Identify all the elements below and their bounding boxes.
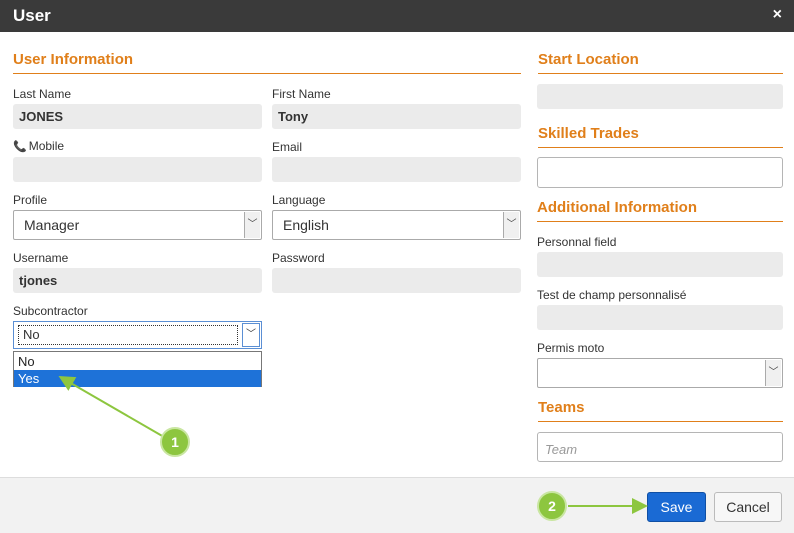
first-name-field[interactable]: Tony [272, 104, 521, 129]
chevron-down-icon[interactable]: ﹀ [765, 360, 781, 386]
skilled-trades-heading: Skilled Trades [538, 125, 639, 142]
start-location-heading: Start Location [538, 51, 639, 68]
permis-moto-select[interactable]: ﹀ [537, 358, 783, 388]
dialog-titlebar: User × [0, 0, 794, 32]
profile-value: Manager [24, 217, 80, 233]
user-dialog: User × User Information Last Name JONES … [0, 0, 794, 533]
dialog-title: User [13, 6, 51, 25]
user-information-rule [13, 73, 521, 74]
start-location-field[interactable] [537, 84, 783, 109]
last-name-field[interactable]: JONES [13, 104, 262, 129]
subcontractor-option-yes[interactable]: Yes [14, 370, 261, 387]
teams-rule [538, 421, 783, 422]
password-label: Password [272, 251, 325, 265]
teams-heading: Teams [538, 399, 585, 416]
subcontractor-option-no[interactable]: No [14, 353, 261, 370]
personnal-field-input[interactable] [537, 252, 783, 277]
language-label: Language [272, 193, 326, 207]
chevron-down-icon[interactable]: ﹀ [244, 212, 260, 238]
mobile-field[interactable] [13, 157, 262, 182]
chevron-down-icon[interactable]: ﹀ [242, 323, 260, 347]
language-select[interactable]: English ﹀ [272, 210, 521, 240]
phone-icon: 📞 [13, 141, 27, 153]
subcontractor-dropdown: No Yes [13, 351, 262, 387]
callout-1: 1 [160, 427, 190, 457]
callout-2: 2 [537, 491, 567, 521]
profile-select[interactable]: Manager ﹀ [13, 210, 262, 240]
start-location-rule [538, 73, 783, 74]
subcontractor-label: Subcontractor [13, 304, 88, 318]
personnal-field-label: Personnal field [537, 235, 617, 249]
skilled-trades-rule [538, 147, 783, 148]
last-name-label: Last Name [13, 87, 72, 101]
additional-information-rule [537, 221, 783, 222]
team-input[interactable]: Team [537, 432, 783, 462]
subcontractor-select[interactable]: No ﹀ [13, 321, 262, 349]
language-value: English [283, 217, 329, 233]
email-label: Email [272, 140, 303, 154]
mobile-label: Mobile [28, 139, 65, 153]
user-information-heading: User Information [13, 51, 134, 68]
skilled-trades-input[interactable] [537, 157, 783, 188]
password-field[interactable] [272, 268, 521, 293]
email-field[interactable] [272, 157, 521, 182]
first-name-label: First Name [272, 87, 331, 101]
username-field[interactable]: tjones [13, 268, 262, 293]
chevron-down-icon[interactable]: ﹀ [503, 212, 519, 238]
cancel-button[interactable]: Cancel [714, 492, 782, 522]
profile-label: Profile [13, 193, 48, 207]
test-champ-input[interactable] [537, 305, 783, 330]
test-champ-label: Test de champ personnalisé [537, 288, 687, 302]
save-button[interactable]: Save [647, 492, 706, 522]
subcontractor-value: No [18, 325, 238, 345]
username-label: Username [13, 251, 69, 265]
mobile-label-row: 📞 Mobile [13, 139, 64, 153]
close-icon[interactable]: × [773, 6, 782, 24]
permis-moto-label: Permis moto [537, 341, 605, 355]
additional-information-heading: Additional Information [537, 199, 697, 216]
team-placeholder: Team [545, 442, 578, 457]
